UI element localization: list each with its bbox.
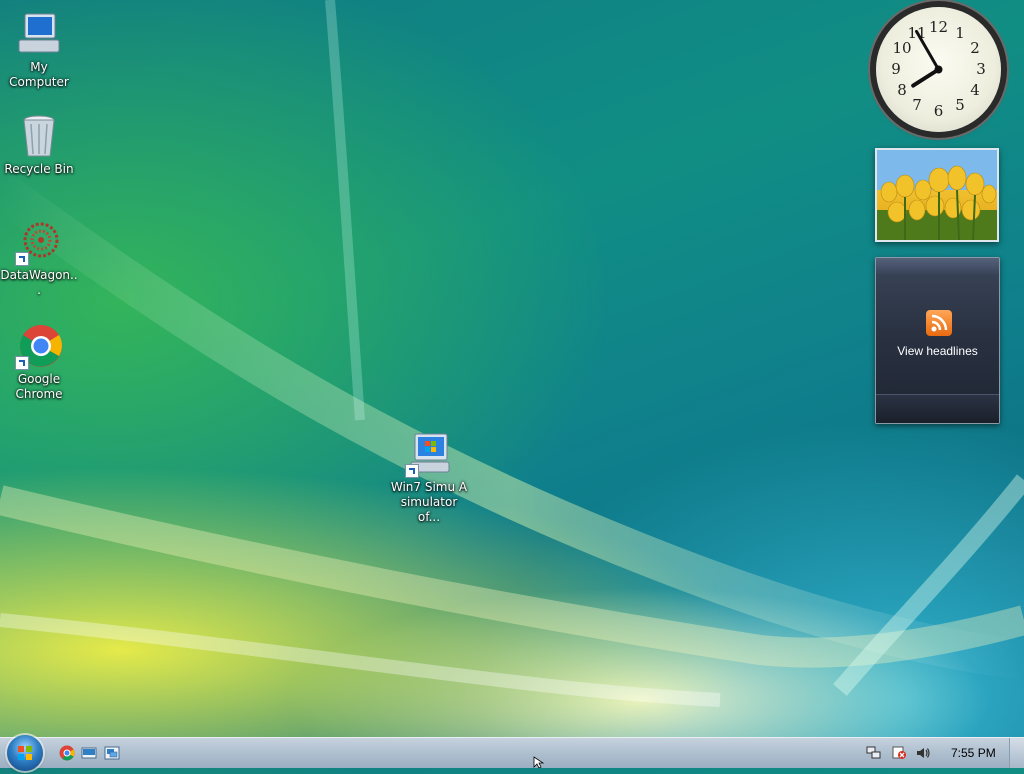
- wallpaper: [0, 0, 1024, 707]
- tray-volume[interactable]: [915, 746, 931, 760]
- desktop-icon-datawagon[interactable]: DataWagon...: [0, 218, 78, 298]
- quick-launch-show-desktop[interactable]: [81, 745, 97, 761]
- start-orb-icon: [18, 746, 32, 760]
- desktop-icon-label: DataWagon...: [0, 268, 78, 297]
- taskbar: 7:55 PM: [0, 735, 1024, 771]
- shortcut-arrow-icon: [405, 464, 419, 478]
- quick-launch-chrome[interactable]: [59, 745, 75, 761]
- taskbar-clock[interactable]: 7:55 PM: [951, 746, 996, 760]
- clock-hour-hand: [911, 67, 941, 88]
- desktop-icon-label: My Computer: [9, 60, 69, 89]
- shortcut-arrow-icon: [15, 252, 29, 266]
- switch-windows-icon: [104, 746, 120, 760]
- view-headlines-link[interactable]: View headlines: [876, 344, 999, 358]
- clock-gadget[interactable]: 12 1 2 3 4 5 6 7 8 9 10 11: [876, 7, 1001, 132]
- gadget-header: [876, 258, 999, 274]
- shortcut-arrow-icon: [15, 356, 29, 370]
- gadget-footer: [876, 394, 999, 423]
- recycle-bin-icon: [15, 112, 63, 160]
- tray-security-alert[interactable]: [891, 746, 907, 760]
- win7-simulator-icon: [405, 430, 453, 478]
- security-alert-icon: [892, 746, 906, 759]
- chrome-icon: [15, 322, 63, 370]
- desktop-icon-win7-simulator[interactable]: Win7 Simu A simulator of...: [389, 430, 469, 525]
- feed-headlines-gadget[interactable]: View headlines: [875, 257, 1000, 424]
- mouse-cursor-icon: [533, 756, 545, 768]
- chrome-icon: [59, 745, 75, 761]
- clock-minute-hand: [915, 29, 940, 71]
- quick-launch-switch-windows[interactable]: [104, 745, 120, 761]
- desktop-icon-recycle-bin[interactable]: Recycle Bin: [0, 112, 78, 177]
- clock-hands: [911, 29, 943, 88]
- desktop-icon-label: Recycle Bin: [4, 162, 74, 176]
- rss-icon: [926, 310, 952, 336]
- show-desktop-icon: [81, 747, 97, 759]
- start-button[interactable]: [7, 735, 43, 771]
- tray-network[interactable]: [866, 746, 882, 760]
- network-icon: [866, 746, 881, 759]
- desktop-icon-label: Win7 Simu A simulator of...: [390, 480, 468, 524]
- volume-icon: [917, 748, 930, 758]
- slideshow-gadget[interactable]: [875, 148, 999, 242]
- datawagon-icon: [15, 218, 63, 266]
- show-desktop-button[interactable]: [1009, 738, 1024, 768]
- slideshow-photo: [877, 150, 997, 240]
- desktop-icon-my-computer[interactable]: My Computer: [0, 10, 78, 90]
- desktop-icon-google-chrome[interactable]: Google Chrome: [0, 322, 78, 402]
- computer-icon: [15, 10, 63, 58]
- desktop-icon-label: Google Chrome: [15, 372, 63, 401]
